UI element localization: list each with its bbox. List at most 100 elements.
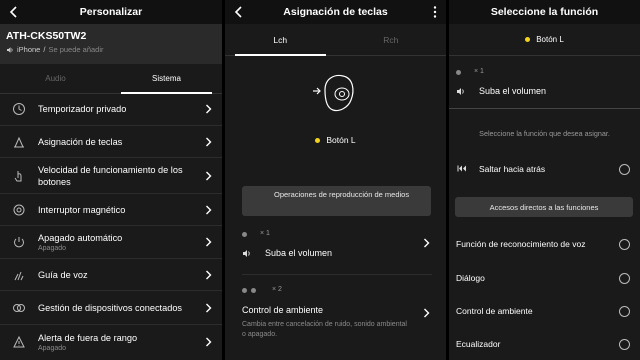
chevron-right-icon (206, 171, 212, 181)
option-label: Función de reconocimiento de voz (456, 239, 586, 249)
page-title: Personalizar (79, 6, 143, 18)
radio-button[interactable] (619, 273, 630, 284)
menu-item-voice-guide[interactable]: Guía de voz (0, 261, 222, 289)
option-ambient-control[interactable]: Control de ambiente (449, 303, 640, 321)
channel-tabs: Lch Rch (225, 24, 446, 56)
tab-system[interactable]: Sistema (111, 64, 222, 94)
chevron-right-icon (206, 303, 212, 313)
option-label: Diálogo (456, 273, 485, 283)
menu-label: Alerta de fuera de rango (38, 333, 138, 343)
chevron-right-icon (424, 238, 430, 248)
back-arrow-icon[interactable] (233, 5, 245, 19)
menu-item-magnetic-switch[interactable]: Interruptor magnético (0, 196, 222, 224)
yellow-dot-icon (525, 37, 531, 42)
customize-tabs: Audio Sistema (0, 64, 222, 94)
menu-label: Interruptor magnético (38, 205, 126, 215)
earbud-illustration-icon (313, 74, 354, 112)
tap-count: × 2 (272, 286, 282, 293)
divider (242, 274, 432, 275)
tab-lch[interactable]: Lch (225, 24, 336, 56)
divider (0, 324, 222, 325)
option-equalizer[interactable]: Ecualizador (449, 336, 640, 354)
menu-item-range-alert[interactable]: Alerta de fuera de rango Apagado (0, 327, 222, 357)
divider (0, 225, 222, 226)
tap-dot-icon (242, 288, 247, 293)
tap-description: Cambia entre cancelación de ruido, sonid… (242, 321, 407, 338)
menu-item-private-timer[interactable]: Temporizador privado (0, 94, 222, 124)
chevron-right-icon (206, 137, 212, 147)
tab-rch[interactable]: Rch (336, 24, 447, 55)
shortcuts-header: Accesos directos a las funciones (455, 197, 633, 217)
menu-sublabel: Apagado (38, 245, 67, 252)
yellow-dot-icon (315, 137, 321, 143)
menu-item-key-assign[interactable]: Asignación de teclas (0, 127, 222, 157)
back-arrow-icon[interactable] (8, 5, 20, 19)
menu-label: Guía de voz (38, 270, 88, 280)
tap-dot-icon (242, 232, 247, 237)
media-operations-header: Operaciones de reproducción de medios (242, 186, 431, 216)
radio-button[interactable] (619, 239, 630, 250)
chevron-right-icon (206, 337, 212, 347)
option-dialogue[interactable]: Diálogo (449, 270, 640, 288)
tap-count: × 1 (260, 230, 270, 237)
select-function-panel: Seleccione la función Botón L × 1 Suba e… (449, 0, 640, 360)
chevron-right-icon (206, 205, 212, 215)
radio-button[interactable] (619, 306, 630, 317)
magnet-icon (13, 204, 25, 216)
device-separator: / (43, 45, 46, 54)
select-function-header: Seleccione la función (449, 0, 640, 24)
button-label: Botón L (536, 35, 564, 44)
page-title: Seleccione la función (490, 6, 599, 18)
device-note: Se puede añadir (48, 45, 104, 54)
menu-label: Velocidad de funcionamiento de los boton… (38, 165, 183, 187)
menu-item-button-speed[interactable]: Velocidad de funcionamiento de los boton… (0, 160, 222, 192)
tap-action: Control de ambiente (242, 305, 324, 315)
divider (0, 157, 222, 158)
menu-label: Temporizador privado (38, 104, 127, 114)
key-assign-panel: Asignación de teclas Lch Rch Botón L Ope… (225, 0, 446, 360)
range-alert-icon (13, 335, 25, 348)
speaker-icon (7, 46, 13, 53)
divider (0, 193, 222, 194)
power-icon (14, 237, 24, 248)
customize-panel: Personalizar ATH-CKS50TW2 iPhone / Se pu… (0, 0, 222, 360)
option-label: Saltar hacia atrás (479, 164, 546, 174)
option-voice-recognition[interactable]: Función de reconocimiento de voz (449, 236, 640, 254)
customize-header: Personalizar (0, 0, 222, 24)
option-label: Ecualizador (456, 339, 501, 349)
menu-label: Asignación de teclas (38, 137, 123, 147)
double-tap-row[interactable]: × 2 Control de ambiente Cambia entre can… (242, 286, 432, 346)
option-skip-back[interactable]: Saltar hacia atrás (449, 161, 640, 179)
chevron-right-icon (206, 104, 212, 114)
single-tap-row[interactable]: × 1 Suba el volumen (242, 230, 432, 268)
menu-item-connected-devices[interactable]: Gestión de dispositivos conectados (0, 293, 222, 323)
speaker-icon (457, 88, 464, 95)
divider (0, 125, 222, 126)
option-label: Control de ambiente (456, 306, 533, 316)
more-options-icon[interactable] (432, 5, 438, 19)
divider (0, 258, 222, 259)
radio-button[interactable] (619, 339, 630, 350)
tab-audio[interactable]: Audio (0, 64, 111, 93)
menu-label: Apagado automático (38, 233, 123, 243)
skip-back-icon (457, 165, 466, 172)
device-name: ATH-CKS50TW2 (6, 30, 87, 42)
menu-item-auto-power-off[interactable]: Apagado automático Apagado (0, 227, 222, 257)
voice-guide-icon (14, 271, 24, 281)
button-label: Botón L (326, 135, 356, 145)
chevron-right-icon (424, 308, 430, 318)
devices-icon (13, 304, 25, 312)
key-assign-icon (14, 136, 24, 148)
radio-button[interactable] (619, 164, 630, 175)
selected-button-indicator: Botón L (225, 135, 446, 145)
speaker-icon (243, 250, 250, 257)
divider (449, 108, 640, 109)
timer-icon (13, 103, 25, 115)
current-assignment: × 1 Suba el volumen (456, 68, 636, 108)
tap-dot-icon (251, 288, 256, 293)
tap-action: Suba el volumen (265, 248, 333, 258)
select-prompt: Seleccione la función que desea asignar. (479, 129, 610, 138)
device-info: ATH-CKS50TW2 iPhone / Se puede añadir (0, 24, 222, 64)
chevron-right-icon (206, 270, 212, 280)
page-title: Asignación de teclas (283, 6, 388, 18)
